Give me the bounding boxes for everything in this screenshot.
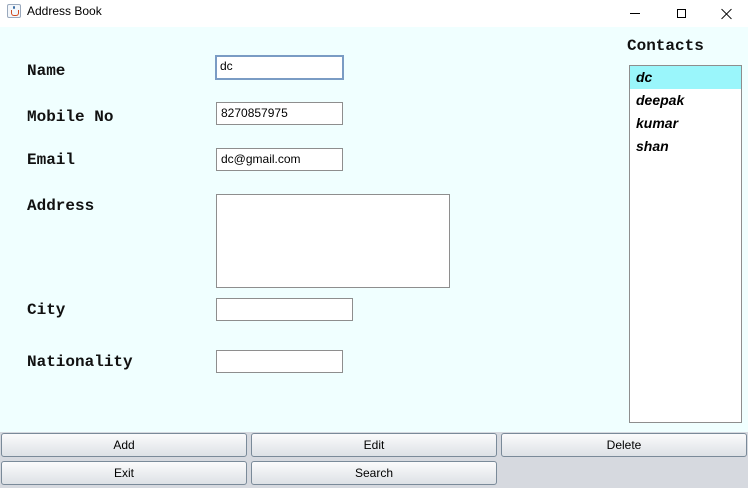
address-textarea[interactable] [216, 194, 450, 288]
minimize-button[interactable] [612, 0, 658, 27]
list-item[interactable]: deepak [630, 89, 741, 112]
contacts-list[interactable]: dc deepak kumar shan [629, 65, 742, 423]
title-bar: Address Book [0, 0, 748, 27]
mobile-field[interactable]: 8270857975 [216, 102, 343, 125]
nationality-field[interactable] [216, 350, 343, 373]
email-field[interactable]: dc@gmail.com [216, 148, 343, 171]
minimize-icon [630, 13, 640, 14]
maximize-button[interactable] [658, 0, 704, 27]
city-field[interactable] [216, 298, 353, 321]
java-app-icon [7, 4, 21, 18]
nationality-label: Nationality [27, 353, 133, 371]
list-item[interactable]: dc [630, 66, 741, 89]
edit-button[interactable]: Edit [251, 433, 497, 457]
window-title: Address Book [27, 4, 102, 18]
name-field[interactable]: dc [215, 55, 344, 80]
search-button[interactable]: Search [251, 461, 497, 485]
mobile-label: Mobile No [27, 108, 114, 126]
delete-button[interactable]: Delete [501, 433, 747, 457]
close-icon [721, 8, 733, 20]
exit-button[interactable]: Exit [1, 461, 247, 485]
email-label: Email [27, 151, 76, 169]
form-panel: Name dc Mobile No 8270857975 Email dc@gm… [0, 27, 748, 432]
list-item[interactable]: kumar [630, 112, 741, 135]
name-label: Name [27, 62, 66, 80]
contacts-title: Contacts [627, 37, 704, 55]
list-item[interactable]: shan [630, 135, 741, 158]
address-label: Address [27, 197, 95, 215]
city-label: City [27, 301, 66, 319]
maximize-icon [676, 9, 686, 18]
add-button[interactable]: Add [1, 433, 247, 457]
close-button[interactable] [704, 0, 748, 27]
button-bar: Add Edit Delete Exit Search [0, 432, 748, 488]
